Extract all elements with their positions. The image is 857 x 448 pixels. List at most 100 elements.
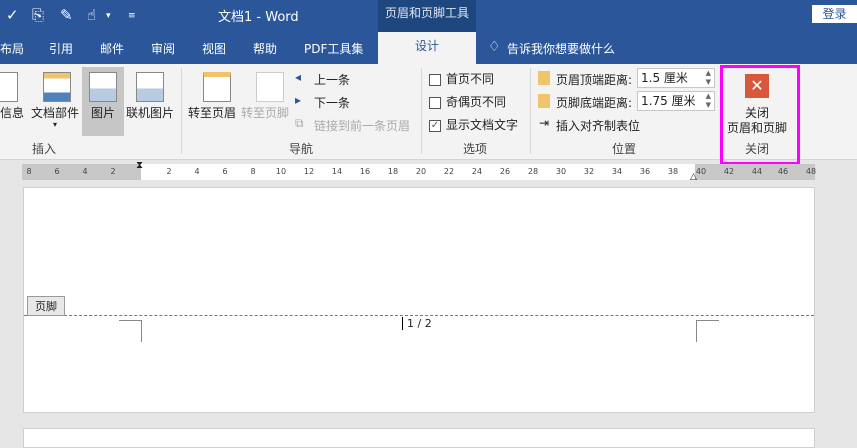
tab-help[interactable]: 帮助 xyxy=(253,40,277,57)
header-distance-icon xyxy=(538,71,550,85)
footer-distance-label: 页脚底端距离: xyxy=(556,96,633,110)
footer-distance-input[interactable]: 1.75 厘米 ▲ ▼ xyxy=(637,91,715,111)
group-label-position: 位置 xyxy=(612,142,637,156)
spinner-icon[interactable]: ▲ ▼ xyxy=(706,69,711,87)
edit-icon[interactable]: ✎ xyxy=(60,6,73,24)
show-document-text-checkbox[interactable]: ✓ 显示文档文字 xyxy=(429,116,518,133)
checkbox-label: 首页不同 xyxy=(446,72,495,86)
next-icon: ▸ xyxy=(295,93,302,107)
ruler-tick-label: 16 xyxy=(359,167,371,176)
ruler-tick-label: 38 xyxy=(667,167,679,176)
checkbox[interactable] xyxy=(429,73,441,86)
ruler-tick-label: 14 xyxy=(331,167,343,176)
online-picture-icon xyxy=(136,72,164,102)
ruler-tick-label: 44 xyxy=(751,167,763,176)
attach-icon[interactable]: ⎘ xyxy=(32,6,44,24)
doc-info-button[interactable]: 信息 xyxy=(0,104,24,121)
tab-mailings[interactable]: 邮件 xyxy=(100,40,124,57)
ruler-tick-label: 42 xyxy=(723,167,735,176)
ruler-tick-label: 2 xyxy=(110,167,116,176)
tab-pdf-tools[interactable]: PDF工具集 xyxy=(304,40,363,57)
ruler-tick-label: 4 xyxy=(194,167,200,176)
group-label-options: 选项 xyxy=(463,142,488,156)
window-title: 文档1 - Word xyxy=(218,10,299,25)
touch-mode-icon[interactable]: ☝ xyxy=(87,6,96,24)
ruler-tick-label: 12 xyxy=(303,167,315,176)
checkbox-label: 显示文档文字 xyxy=(446,118,519,132)
ruler-tick-label: 20 xyxy=(415,167,427,176)
online-pictures-button[interactable]: 联机图片 xyxy=(126,104,174,121)
ruler-tick-label: 36 xyxy=(639,167,651,176)
tab-view[interactable]: 视图 xyxy=(202,40,226,57)
next-page xyxy=(23,428,815,448)
group-label-close: 关闭 xyxy=(745,142,770,156)
ruler-tick-label: 48 xyxy=(805,167,817,176)
group-label-insert: 插入 xyxy=(32,142,57,156)
header-distance-value: 1.5 厘米 xyxy=(641,71,688,85)
tab-layout[interactable]: 布局 xyxy=(0,40,24,57)
separator xyxy=(181,68,182,154)
tab-references[interactable]: 引用 xyxy=(49,40,73,57)
customize-qat-icon[interactable]: ≡ xyxy=(128,11,136,21)
goto-header-icon xyxy=(203,72,231,102)
footer-distance-icon xyxy=(538,94,550,108)
footer-distance-value: 1.75 厘米 xyxy=(641,94,696,108)
tab-design[interactable]: 设计 xyxy=(378,32,476,64)
previous-button[interactable]: 上一条 xyxy=(314,71,350,88)
check-icon[interactable]: ✓ xyxy=(429,119,441,132)
link-to-previous-button[interactable]: 链接到前一条页眉 xyxy=(314,117,410,134)
link-icon: ⧉ xyxy=(295,116,304,130)
insert-alignment-tab-button[interactable]: 插入对齐制表位 xyxy=(556,117,640,134)
margin-corner xyxy=(696,320,719,342)
ruler-tick-label: 8 xyxy=(250,167,256,176)
ruler-tick-label: 22 xyxy=(443,167,455,176)
close-header-footer-button[interactable]: 页眉和页脚 xyxy=(727,119,787,136)
odd-even-checkbox[interactable]: 奇偶页不同 xyxy=(429,93,506,110)
ruler-tick-label: 8 xyxy=(26,167,32,176)
document-page[interactable]: 页脚 1 / 2 xyxy=(23,187,815,413)
spelling-icon[interactable]: ✓ xyxy=(6,6,19,24)
ruler-tick-label: 34 xyxy=(611,167,623,176)
login-button[interactable]: 登录 xyxy=(812,5,857,23)
ruler-tick-label: 6 xyxy=(54,167,60,176)
close-icon: ✕ xyxy=(745,74,769,98)
checkbox-label: 奇偶页不同 xyxy=(446,95,507,109)
context-tab-header: 页眉和页脚工具 xyxy=(378,0,476,32)
separator xyxy=(421,68,422,154)
footer-boundary xyxy=(24,315,814,316)
previous-icon: ◂ xyxy=(295,70,302,84)
picture-icon xyxy=(89,72,117,102)
different-first-page-checkbox[interactable]: 首页不同 xyxy=(429,70,494,87)
separator xyxy=(530,68,531,154)
chevron-down-icon: ▾ xyxy=(53,120,58,129)
ruler-tick-label: 2 xyxy=(166,167,172,176)
header-distance-label: 页眉顶端距离: xyxy=(556,73,633,87)
ruler-tick-label: 26 xyxy=(499,167,511,176)
footer-tag: 页脚 xyxy=(27,296,65,316)
margin-corner xyxy=(119,320,142,342)
next-button[interactable]: 下一条 xyxy=(314,94,350,111)
ruler-tick-label: 18 xyxy=(387,167,399,176)
ruler-tick-label: 24 xyxy=(471,167,483,176)
dropdown-icon[interactable]: ▾ xyxy=(106,11,111,21)
spinner-icon[interactable]: ▲ ▼ xyxy=(706,92,711,110)
ruler-tick-label: 6 xyxy=(222,167,228,176)
doc-info-icon xyxy=(0,72,18,102)
page-number-field[interactable]: 1 / 2 xyxy=(402,317,432,330)
goto-header-button[interactable]: 转至页眉 xyxy=(188,104,236,121)
indent-marker-icon[interactable]: ⧗ xyxy=(136,160,143,171)
goto-footer-icon xyxy=(256,72,284,102)
group-label-navigation: 导航 xyxy=(289,142,314,156)
ruler-tick-label: 30 xyxy=(555,167,567,176)
right-indent-icon[interactable]: △ xyxy=(690,172,697,182)
tab-review[interactable]: 审阅 xyxy=(151,40,175,57)
ruler-tick-label: 28 xyxy=(527,167,539,176)
lightbulb-icon: ♢ xyxy=(488,39,501,55)
header-distance-input[interactable]: 1.5 厘米 ▲ ▼ xyxy=(637,68,715,88)
tell-me-search[interactable]: 告诉我你想要做什么 xyxy=(507,40,615,57)
quick-parts-button[interactable]: 文档部件 xyxy=(31,104,79,121)
checkbox[interactable] xyxy=(429,96,441,109)
goto-footer-button[interactable]: 转至页脚 xyxy=(241,104,289,121)
ruler-tick-label: 10 xyxy=(275,167,287,176)
ruler-tick-label: 32 xyxy=(583,167,595,176)
